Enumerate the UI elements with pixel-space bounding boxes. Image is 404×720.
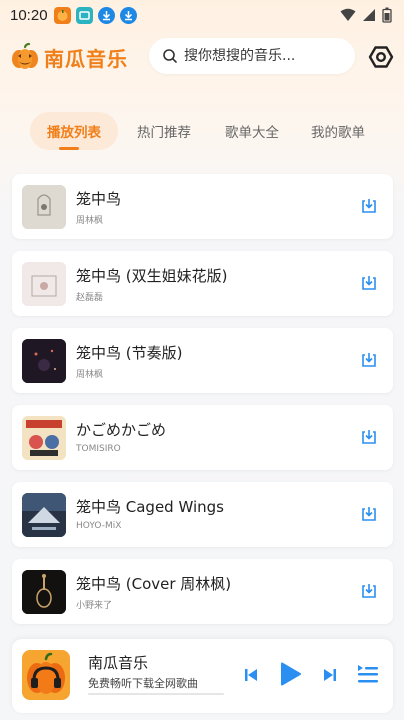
signal-icon [363, 9, 375, 21]
mini-player[interactable]: 南瓜音乐 免费畅听下载全网歌曲 [12, 639, 393, 713]
album-cover [22, 570, 66, 614]
song-artist: TOMISIRO [76, 444, 121, 454]
app-title: 南瓜音乐 [44, 47, 128, 71]
status-bar: 10:20 [0, 0, 404, 30]
status-time: 10:20 [10, 6, 48, 24]
song-list-item[interactable]: 笼中鸟 周林枫 [12, 174, 393, 239]
progress-bar[interactable] [88, 693, 224, 695]
search-input[interactable] [184, 48, 344, 64]
album-cover [22, 493, 66, 537]
player-subtitle: 免费畅听下载全网歌曲 [88, 677, 198, 690]
song-title: 笼中鸟 (双生姐妹花版) [76, 267, 228, 285]
app-header: 南瓜音乐 [0, 36, 404, 78]
battery-icon [382, 7, 392, 23]
download-notification-icon-2 [119, 6, 137, 24]
player-title: 南瓜音乐 [88, 654, 149, 672]
download-icon[interactable] [359, 196, 379, 216]
song-artist: 赵磊磊 [76, 293, 104, 303]
download-icon[interactable] [359, 504, 379, 524]
song-title: かごめかごめ [76, 421, 167, 439]
settings-icon[interactable] [368, 44, 394, 70]
song-title: 笼中鸟 (Cover 周林枫) [76, 575, 232, 593]
tab-my-playlists[interactable]: 我的歌单 [302, 112, 374, 150]
song-list-item[interactable]: 笼中鸟 (双生姐妹花版) 赵磊磊 [12, 251, 393, 316]
tab-hot-recommend[interactable]: 热门推荐 [128, 112, 200, 150]
album-cover [22, 185, 66, 229]
tab-playlist-collection[interactable]: 歌单大全 [216, 112, 288, 150]
playlist-queue-icon[interactable] [357, 663, 379, 685]
song-artist: HOYO-MiX [76, 521, 122, 531]
song-artist: 周林枫 [76, 216, 104, 226]
album-cover [22, 416, 66, 460]
wifi-icon [340, 8, 356, 21]
pumpkin-logo-icon [12, 42, 38, 69]
active-tab-indicator [59, 147, 79, 150]
search-box[interactable] [149, 38, 355, 74]
download-icon[interactable] [359, 350, 379, 370]
search-icon [163, 49, 177, 63]
tab-playlist[interactable]: 播放列表 [30, 112, 118, 150]
app-notification-icon [75, 6, 93, 24]
song-title: 笼中鸟 [76, 190, 122, 208]
song-list-item[interactable]: 笼中鸟 Caged Wings HOYO-MiX [12, 482, 393, 547]
song-list-item[interactable]: 笼中鸟 (节奏版) 周林枫 [12, 328, 393, 393]
song-title: 笼中鸟 Caged Wings [76, 498, 224, 516]
album-cover [22, 262, 66, 306]
next-track-icon[interactable] [323, 668, 336, 682]
song-artist: 小野来了 [76, 601, 113, 611]
download-icon[interactable] [359, 427, 379, 447]
category-tabs: 播放列表 热门推荐 歌单大全 我的歌单 [0, 112, 404, 152]
download-icon[interactable] [359, 581, 379, 601]
album-cover [22, 339, 66, 383]
song-artist: 周林枫 [76, 370, 104, 380]
previous-track-icon[interactable] [245, 668, 258, 682]
download-notification-icon [97, 6, 115, 24]
download-icon[interactable] [359, 273, 379, 293]
song-title: 笼中鸟 (节奏版) [76, 344, 183, 362]
song-list-item[interactable]: かごめかごめ TOMISIRO [12, 405, 393, 470]
player-cover [22, 650, 70, 700]
play-icon[interactable] [280, 662, 302, 686]
pumpkin-notification-icon [53, 6, 71, 24]
song-list-item[interactable]: 笼中鸟 (Cover 周林枫) 小野来了 [12, 559, 393, 624]
